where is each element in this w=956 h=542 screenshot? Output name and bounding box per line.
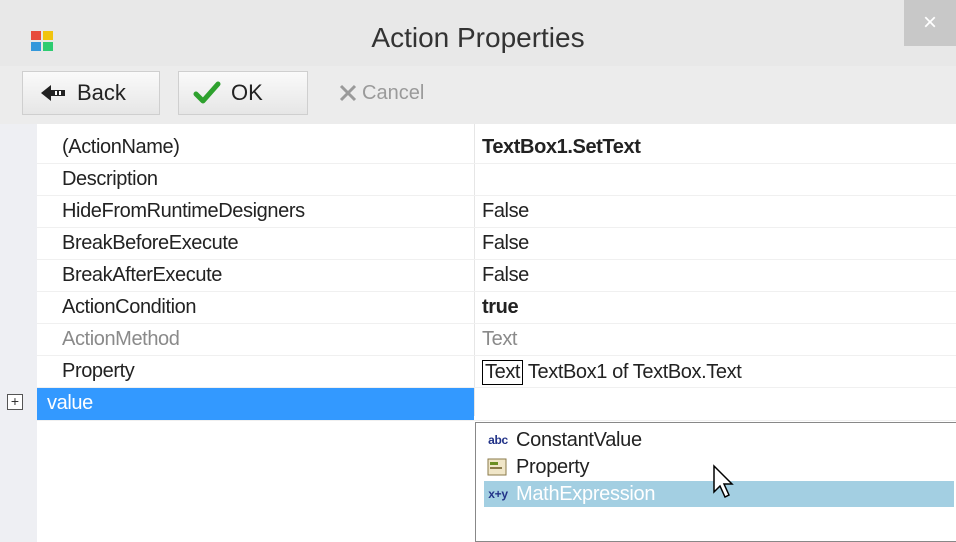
text-edit-marker[interactable]: Text (482, 360, 524, 385)
property-value[interactable]: False (482, 200, 529, 223)
property-name: HideFromRuntimeDesigners (62, 200, 305, 222)
selection-highlight (37, 388, 474, 420)
dropdown-item-label: ConstantValue (516, 428, 642, 451)
property-row-breakbeforeexecute[interactable]: BreakBeforeExecute False (37, 228, 956, 260)
property-name: value (47, 392, 93, 414)
back-arrow-icon (41, 85, 65, 101)
property-row-actionmethod[interactable]: ActionMethod Text (37, 324, 956, 356)
property-value-text: TextBox1 of TextBox.Text (527, 361, 742, 383)
expand-icon[interactable]: + (7, 394, 23, 410)
property-name: Property (62, 360, 135, 382)
property-row-actioncondition[interactable]: ActionCondition true (37, 292, 956, 324)
property-value[interactable]: Text TextBox1 of TextBox.Text (482, 360, 742, 385)
property-value[interactable]: False (482, 264, 529, 287)
dropdown-item-property[interactable]: Property (484, 454, 589, 480)
cancel-label: Cancel (362, 81, 425, 104)
property-value: Text (482, 328, 518, 350)
property-grid: (ActionName) TextBox1.SetText Descriptio… (0, 124, 956, 542)
abc-icon: abc (488, 433, 508, 447)
ok-label: OK (231, 80, 263, 105)
dropdown-item-label: Property (516, 455, 590, 478)
property-row-actionname[interactable]: (ActionName) TextBox1.SetText (37, 132, 956, 164)
property-row-description[interactable]: Description (37, 164, 956, 196)
grid-gutter (0, 124, 37, 542)
property-value[interactable]: False (482, 232, 529, 255)
property-name: Description (62, 168, 158, 190)
property-row-hidefromruntimedesigners[interactable]: HideFromRuntimeDesigners False (37, 196, 956, 228)
property-value[interactable]: TextBox1.SetText (482, 136, 641, 159)
property-icon (487, 458, 507, 476)
property-name: BreakBeforeExecute (62, 232, 239, 254)
toolbar: Back OK Cancel (0, 66, 956, 125)
math-expression-icon: x+y (488, 487, 508, 501)
property-row-property[interactable]: Property Text TextBox1 of TextBox.Text (37, 356, 956, 388)
dropdown-item-label: MathExpression (516, 482, 656, 505)
property-name: (ActionName) (62, 136, 180, 158)
back-label: Back (77, 80, 126, 105)
property-value[interactable]: true (482, 296, 519, 319)
cancel-x-icon (339, 84, 357, 102)
window-title: Action Properties (371, 22, 585, 53)
property-row-breakafterexecute[interactable]: BreakAfterExecute False (37, 260, 956, 292)
dropdown-item-constantvalue[interactable]: abc ConstantValue (484, 427, 642, 453)
property-name: ActionMethod (62, 328, 180, 350)
property-name: BreakAfterExecute (62, 264, 222, 286)
back-button[interactable]: Back (22, 71, 160, 115)
close-button[interactable]: × (904, 0, 956, 46)
mouse-pointer-icon (713, 464, 734, 499)
checkmark-icon (193, 81, 221, 104)
ok-button[interactable]: OK (178, 71, 308, 115)
property-row-value[interactable]: + value ⌄ (7, 388, 956, 421)
cancel-button[interactable]: Cancel (326, 71, 466, 115)
property-name: ActionCondition (62, 296, 197, 318)
